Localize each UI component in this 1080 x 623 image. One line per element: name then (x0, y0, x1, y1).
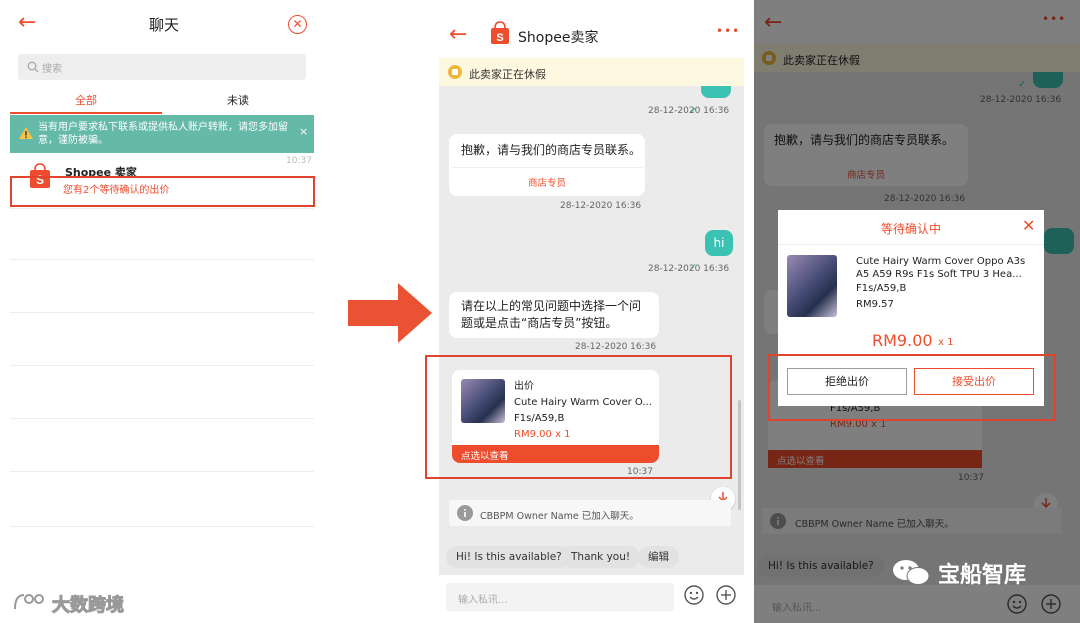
vacation-banner: 此卖家正在休假 (439, 58, 744, 86)
message-input-bar: 输入私讯... (439, 575, 744, 623)
modal-offer-price: RM9.00 (872, 331, 933, 350)
offer-variant: F1s/A59,B (514, 413, 565, 424)
tab-unread[interactable]: 未读 (162, 90, 314, 112)
highlight-box (768, 354, 1056, 421)
message-text: 请在以上的常见问题中选择一个问题或是点击“商店专员”按钮。 (461, 299, 642, 330)
chat-list-header: ← 聊天 ✕ (0, 0, 328, 48)
offer-view-label: 点选以查看 (461, 451, 509, 462)
wechat-icon (893, 560, 930, 585)
offer-product-name: Cute Hairy Warm Cover O... (514, 397, 652, 408)
watermark-left-text: 大数跨境 (52, 595, 125, 617)
outgoing-bubble-partial (701, 86, 731, 98)
offer-view-bar[interactable]: 点选以查看 (452, 445, 659, 463)
product-thumbnail (461, 379, 505, 423)
message-input[interactable]: 输入私讯... (446, 583, 674, 611)
offer-card[interactable]: 出价 Cute Hairy Warm Cover O... F1s/A59,B … (452, 370, 659, 463)
chat-tabs: 全部 未读 (10, 90, 314, 116)
timestamp: 28-12-2020 16:36 (575, 342, 657, 352)
product-thumbnail (787, 255, 837, 317)
info-icon (457, 505, 473, 521)
chat-header: ← S Shopee卖家 ••• (439, 0, 744, 58)
chat-preview: 您有2个等待确认的出价 (63, 185, 170, 196)
modal-title: 等待确认中 (880, 222, 941, 236)
chat-title: Shopee卖家 (518, 30, 599, 46)
timestamp: 28-12-2020 16:36 (560, 201, 642, 211)
system-notice-text: CBBPM Owner Name 已加入聊天。 (480, 511, 639, 522)
watermark-right: 宝船智库 (892, 555, 1078, 589)
timestamp: 28-12-2020 16:36 (648, 264, 730, 274)
warning-text: 当有用户要求私下联系或提供私人账户转账，请您多加留意，谨防被骗。 (38, 122, 288, 146)
scam-warning-banner: 当有用户要求私下联系或提供私人账户转账，请您多加留意，谨防被骗。 × (10, 115, 314, 153)
offer-time: 10:37 (627, 467, 653, 477)
warning-icon (19, 127, 33, 139)
watermark-right-text: 宝船智库 (938, 563, 1027, 588)
chat-panel: ← S Shopee卖家 ••• 此卖家正在休假 ✓ 28-12-2020 16… (425, 0, 744, 623)
offer-label: 出价 (514, 381, 534, 392)
divider (10, 208, 314, 209)
outgoing-bubble-hi: hi (705, 230, 733, 256)
message-text: 抱歉，请与我们的商店专员联系。 (461, 143, 642, 157)
page-title: 聊天 (148, 16, 179, 34)
chat-row-shopee-seller[interactable]: S Shopee 卖家 10:37 您有2个等待确认的出价 (10, 154, 315, 208)
modal-close-icon[interactable]: ✕ (1022, 216, 1035, 235)
svg-text:S: S (496, 32, 503, 44)
offer-modal-panel: ← ••• 此卖家正在休假 ✓ 28-12-2020 16:36 抱歉，请与我们… (754, 0, 1080, 623)
store-agent-link[interactable]: 商店专员 (449, 175, 645, 192)
message-placeholder: 输入私讯... (458, 595, 508, 606)
vacation-text: 此卖家正在休假 (469, 68, 546, 81)
chat-list-panel: ← 聊天 ✕ 搜索 全部 未读 当有用户要求私下联系或提供私人账户转账，请您多加… (0, 0, 328, 623)
divider (10, 471, 314, 472)
modal-unit-price: RM9.57 (856, 299, 894, 310)
divider (10, 418, 314, 419)
divider (10, 259, 314, 260)
divider (10, 365, 314, 366)
modal-variant: F1s/A59,B (856, 283, 907, 294)
watermark-left: 大数跨境 (12, 586, 152, 618)
shopee-bag-icon: S (491, 21, 509, 44)
tab-all[interactable]: 全部 (10, 90, 162, 114)
search-icon (27, 61, 39, 73)
incoming-bubble-faq: 请在以上的常见问题中选择一个问题或是点击“商店专员”按钮。 (449, 292, 659, 338)
divider (778, 244, 1044, 245)
modal-product-name: Cute Hairy Warm Cover Oppo A3s A5 A59 R9… (856, 256, 1026, 280)
warning-close-icon[interactable]: × (299, 125, 308, 138)
incoming-bubble-sorry: 抱歉，请与我们的商店专员联系。 商店专员 (449, 134, 645, 196)
close-icon[interactable]: ✕ (288, 15, 307, 34)
timestamp: 28-12-2020 16:36 (648, 106, 730, 116)
search-placeholder: 搜索 (42, 64, 62, 75)
emoji-icon[interactable] (684, 585, 704, 605)
divider (10, 312, 314, 313)
scrollbar[interactable] (738, 400, 741, 510)
offer-price: RM9.00 x 1 (514, 429, 571, 440)
back-arrow-icon[interactable]: ← (449, 24, 467, 46)
quick-reply-thanks[interactable]: Thank you! (561, 546, 641, 568)
quick-reply-available[interactable]: Hi! Is this available? (446, 546, 572, 568)
divider (10, 526, 314, 527)
more-options-icon[interactable]: ••• (716, 24, 740, 38)
chat-time: 10:37 (286, 156, 312, 166)
search-input[interactable]: 搜索 (18, 54, 306, 80)
system-notice: CBBPM Owner Name 已加入聊天。 (449, 500, 731, 526)
quick-reply-edit[interactable]: 编辑 (638, 546, 679, 568)
arrow-right-icon (348, 283, 432, 343)
watermark-logo-icon (14, 594, 44, 610)
add-icon[interactable] (716, 585, 736, 605)
modal-offer-qty: x 1 (938, 337, 954, 348)
vacation-icon (448, 65, 462, 79)
divider (451, 167, 643, 168)
